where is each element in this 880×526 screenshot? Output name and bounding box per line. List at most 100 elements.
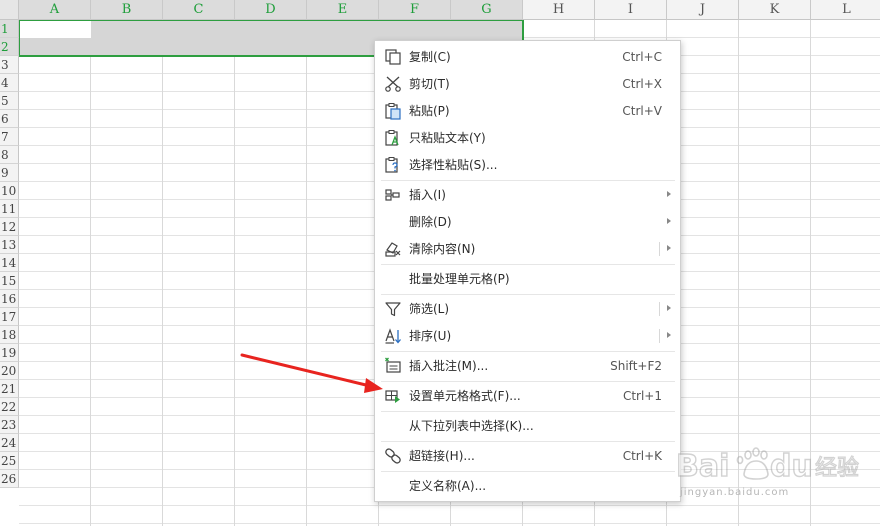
column-header-j[interactable]: J — [667, 0, 739, 20]
copy-icon — [384, 48, 402, 66]
row-header-21[interactable]: 21 — [0, 380, 19, 398]
submenu-divider — [659, 242, 660, 256]
menu-separator — [381, 351, 675, 352]
select-all-corner[interactable] — [0, 0, 19, 20]
column-header-c[interactable]: C — [163, 0, 235, 20]
column-header-b[interactable]: B — [91, 0, 163, 20]
menu-item-label: 筛选(L) — [409, 302, 450, 316]
filter-icon — [384, 300, 402, 318]
menu-item-label: 排序(U) — [409, 329, 452, 343]
row-header-9[interactable]: 9 — [0, 164, 19, 182]
menu-item-shortcut: Ctrl+X — [622, 77, 662, 91]
menu-item-paste-text[interactable]: 只粘贴文本(Y) — [375, 125, 680, 151]
column-header-d[interactable]: D — [235, 0, 307, 20]
menu-item-label: 剪切(T) — [409, 77, 450, 91]
menu-separator — [381, 381, 675, 382]
row-header-22[interactable]: 22 — [0, 398, 19, 416]
submenu-arrow-icon — [667, 191, 671, 197]
column-header-a[interactable]: A — [19, 0, 91, 20]
menu-item-clear[interactable]: 清除内容(N) — [375, 236, 680, 262]
menu-item-label: 复制(C) — [409, 50, 451, 64]
menu-item-label: 清除内容(N) — [409, 242, 476, 256]
column-header-e[interactable]: E — [307, 0, 379, 20]
row-header-2[interactable]: 2 — [0, 38, 19, 56]
menu-item-label: 定义名称(A)... — [409, 479, 487, 493]
menu-item-cut[interactable]: 剪切(T) Ctrl+X — [375, 71, 680, 97]
column-header-h[interactable]: H — [523, 0, 595, 20]
menu-separator — [381, 441, 675, 442]
format-cells-icon — [384, 387, 402, 405]
row-header-18[interactable]: 18 — [0, 326, 19, 344]
eraser-icon — [384, 240, 402, 258]
menu-item-shortcut: Ctrl+1 — [622, 389, 662, 403]
context-menu: 复制(C) Ctrl+C 剪切(T) Ctrl+X 粘贴(P) Ctrl+V 只… — [374, 40, 681, 502]
column-header-k[interactable]: K — [739, 0, 811, 20]
row-header-11[interactable]: 11 — [0, 200, 19, 218]
row-header-8[interactable]: 8 — [0, 146, 19, 164]
row-header-20[interactable]: 20 — [0, 362, 19, 380]
menu-item-insert[interactable]: 插入(I) — [375, 182, 680, 208]
menu-item-paste-special[interactable]: 选择性粘贴(S)... — [375, 152, 680, 178]
menu-item-label: 设置单元格格式(F)... — [409, 389, 521, 403]
row-header-26[interactable]: 26 — [0, 470, 19, 488]
row-header-14[interactable]: 14 — [0, 254, 19, 272]
menu-item-label: 只粘贴文本(Y) — [409, 131, 486, 145]
submenu-divider — [659, 302, 660, 316]
row-header-25[interactable]: 25 — [0, 452, 19, 470]
row-header-15[interactable]: 15 — [0, 272, 19, 290]
menu-separator — [381, 411, 675, 412]
paste-icon — [384, 102, 402, 120]
menu-item-pick-from-list[interactable]: 从下拉列表中选择(K)... — [375, 413, 680, 439]
svg-text:du: du — [770, 449, 813, 484]
paste-special-icon — [384, 156, 402, 174]
column-header-g[interactable]: G — [451, 0, 523, 20]
watermark-url: jingyan.baidu.com — [680, 487, 790, 498]
row-header-5[interactable]: 5 — [0, 92, 19, 110]
submenu-arrow-icon — [667, 332, 671, 338]
row-header-3[interactable]: 3 — [0, 56, 19, 74]
menu-item-copy[interactable]: 复制(C) Ctrl+C — [375, 44, 680, 70]
menu-item-label: 超链接(H)... — [409, 449, 475, 463]
row-header-24[interactable]: 24 — [0, 434, 19, 452]
column-header-l[interactable]: L — [811, 0, 880, 20]
svg-text:经验: 经验 — [815, 456, 859, 481]
column-header-f[interactable]: F — [379, 0, 451, 20]
menu-item-sort[interactable]: 排序(U) — [375, 323, 680, 349]
menu-item-batch-process[interactable]: 批量处理单元格(P) — [375, 266, 680, 292]
menu-separator — [381, 264, 675, 265]
row-header-7[interactable]: 7 — [0, 128, 19, 146]
menu-item-shortcut: Ctrl+C — [622, 50, 662, 64]
row-header-17[interactable]: 17 — [0, 308, 19, 326]
row-header-13[interactable]: 13 — [0, 236, 19, 254]
row-header-4[interactable]: 4 — [0, 74, 19, 92]
menu-item-paste[interactable]: 粘贴(P) Ctrl+V — [375, 98, 680, 124]
menu-item-define-name[interactable]: 定义名称(A)... — [375, 473, 680, 499]
menu-item-label: 插入批注(M)... — [409, 359, 489, 373]
submenu-arrow-icon — [667, 218, 671, 224]
row-header-6[interactable]: 6 — [0, 110, 19, 128]
link-icon — [384, 447, 402, 465]
row-header-10[interactable]: 10 — [0, 182, 19, 200]
menu-item-label: 选择性粘贴(S)... — [409, 158, 498, 172]
row-header-16[interactable]: 16 — [0, 290, 19, 308]
menu-separator — [381, 294, 675, 295]
menu-item-filter[interactable]: 筛选(L) — [375, 296, 680, 322]
menu-separator — [381, 180, 675, 181]
svg-text:Bai: Bai — [676, 449, 729, 484]
menu-item-format-cells[interactable]: 设置单元格格式(F)... Ctrl+1 — [375, 383, 680, 409]
menu-item-label: 粘贴(P) — [409, 104, 450, 118]
menu-item-shortcut: Ctrl+V — [622, 104, 662, 118]
submenu-divider — [659, 329, 660, 343]
column-header-i[interactable]: I — [595, 0, 667, 20]
menu-item-delete[interactable]: 删除(D) — [375, 209, 680, 235]
scissors-icon — [384, 75, 402, 93]
menu-item-insert-comment[interactable]: 插入批注(M)... Shift+F2 — [375, 353, 680, 379]
menu-item-label: 从下拉列表中选择(K)... — [409, 419, 534, 433]
row-header-19[interactable]: 19 — [0, 344, 19, 362]
row-header-12[interactable]: 12 — [0, 218, 19, 236]
submenu-arrow-icon — [667, 245, 671, 251]
menu-item-hyperlink[interactable]: 超链接(H)... Ctrl+K — [375, 443, 680, 469]
row-header-23[interactable]: 23 — [0, 416, 19, 434]
menu-item-label: 批量处理单元格(P) — [409, 272, 510, 286]
row-header-1[interactable]: 1 — [0, 20, 19, 38]
